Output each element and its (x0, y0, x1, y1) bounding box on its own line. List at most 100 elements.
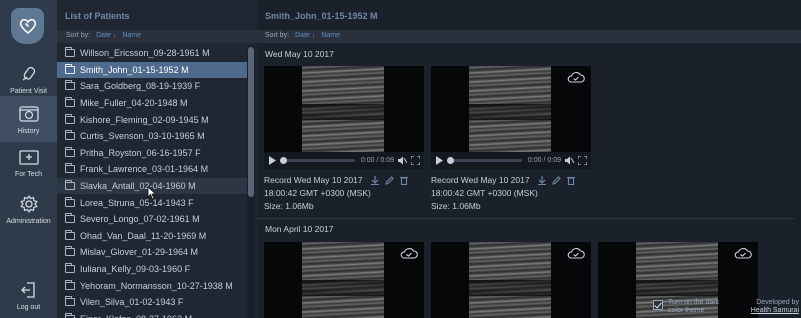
progress-handle[interactable] (280, 157, 287, 164)
patient-list-item[interactable]: Sara_Goldberg_08-19-1939 F (57, 78, 247, 95)
patient-list-item[interactable]: Mike_Fuller_04-20-1948 M (57, 95, 247, 112)
record-size: Size: 1.06Mb (264, 201, 314, 211)
folder-icon (65, 97, 75, 108)
patient-list-item[interactable]: Iuliana_Kelly_09-03-1960 F (57, 261, 247, 278)
history-icon (18, 105, 39, 122)
mute-icon[interactable] (398, 156, 407, 165)
patient-list-item[interactable]: Willson_Ericsson_09-28-1961 M (57, 45, 247, 62)
patient-list-item[interactable]: Vilen_Silva_01-02-1943 F (57, 294, 247, 311)
folder-icon (65, 246, 75, 257)
patient-name: Yehoram_Normansson_10-27-1938 M (80, 280, 233, 291)
patient-name: Lorea_Struna_05-14-1943 F (80, 197, 194, 208)
video-controls: 0:00 / 0:09 (431, 152, 591, 169)
patient-name: Pritha_Royston_06-16-1957 F (80, 147, 201, 158)
patient-name: Vilen_Silva_01-02-1943 F (80, 297, 184, 308)
sort-by-name[interactable]: Name (122, 32, 141, 43)
dark-theme-checkbox[interactable] (653, 300, 663, 310)
patient-list-panel: List of Patients Sort by: Date ↓ Name Wi… (57, 0, 257, 318)
nav-log-out[interactable]: Log out (0, 272, 57, 318)
record-size: Size: 1.06Mb (431, 201, 481, 211)
nav-administration[interactable]: Administration (0, 186, 57, 232)
patient-name: Slavka_Antall_02-04-1960 M (80, 181, 196, 192)
fullscreen-icon[interactable] (411, 156, 420, 165)
patient-name: Iuliana_Kelly_09-03-1960 F (80, 264, 191, 275)
video-progress-bar[interactable] (447, 157, 522, 164)
patient-list-item[interactable]: Pritha_Royston_06-16-1957 F (57, 145, 247, 162)
records-sort-bar: Sort by: Date ↓ Name (257, 30, 801, 43)
patient-list-item[interactable]: Kishore_Fleming_02-09-1945 M (57, 111, 247, 128)
scrollbar-thumb[interactable] (248, 47, 254, 197)
record-card[interactable] (264, 242, 424, 318)
folder-icon (65, 47, 75, 58)
sort-label: Sort by: (265, 32, 290, 39)
cloud-icon (567, 72, 585, 83)
patient-list-item[interactable]: Ohad_Van_Daal_11-20-1969 M (57, 228, 247, 245)
patient-list-title: List of Patients (65, 11, 130, 21)
developer-credit: Developed by Health Samurai (751, 299, 799, 315)
folder-icon (65, 63, 75, 74)
patient-name: Mislav_Glover_01-29-1964 M (80, 247, 199, 258)
video-thumbnail[interactable] (264, 66, 424, 152)
patient-name-title: Smith_John_01-15-1952 M (265, 11, 378, 21)
video-time: 0:00 / 0:09 (527, 157, 561, 164)
sort-by-name[interactable]: Name (321, 32, 340, 43)
folder-icon (65, 163, 75, 174)
folder-icon (65, 80, 75, 91)
patient-name: Smith_John_01-15-1952 M (80, 64, 189, 75)
video-thumbnail[interactable] (264, 242, 424, 318)
video-progress-bar[interactable] (280, 157, 355, 164)
developer-link[interactable]: Health Samurai (751, 307, 799, 314)
patient-name: Curtis_Svenson_03-10-1965 M (80, 131, 205, 142)
patient-name: Ohad_Van_Daal_11-20-1969 M (80, 230, 207, 241)
nav-for-tech[interactable]: For Tech (0, 140, 57, 186)
mute-icon[interactable] (565, 156, 574, 165)
delete-icon[interactable] (399, 176, 408, 185)
nav-label-patient-visit: Patient Visit (10, 87, 47, 95)
nav-history[interactable]: History (0, 96, 57, 142)
sort-by-date[interactable]: Date ↓ (96, 32, 116, 43)
nav-label-for-tech: For Tech (14, 170, 43, 178)
record-card[interactable]: 0:00 / 0:09 Record Wed May 10 2017 18:00… (264, 66, 424, 211)
patient-list-item[interactable]: Frank_Lawrence_03-01-1964 M (57, 161, 247, 178)
patient-list-item[interactable]: Severo_Longo_07-02-1961 M (57, 211, 247, 228)
patient-sort-bar: Sort by: Date ↓ Name (57, 30, 257, 43)
fullscreen-icon[interactable] (578, 156, 587, 165)
folder-icon (65, 130, 75, 141)
folder-icon (65, 146, 75, 157)
records-panel: Smith_John_01-15-1952 M Sort by: Date ↓ … (257, 0, 801, 318)
sort-by-date[interactable]: Date ↓ (295, 32, 315, 43)
date-group-header: Wed May 10 2017 (265, 49, 334, 59)
sort-label: Sort by: (66, 32, 91, 39)
logout-icon (20, 281, 35, 298)
video-time: 0:00 / 0:09 (360, 157, 394, 164)
heart-logo-icon[interactable] (11, 8, 44, 44)
dark-theme-toggle[interactable]: Turn on the dark color theme (653, 299, 728, 315)
record-actions (370, 175, 408, 185)
play-icon[interactable] (268, 156, 276, 165)
patient-list-item[interactable]: Smith_John_01-15-1952 M (57, 61, 247, 79)
patient-name: Kishore_Fleming_02-09-1945 M (80, 114, 209, 125)
folder-icon (65, 113, 75, 124)
edit-icon[interactable] (551, 175, 561, 185)
video-thumbnail[interactable] (431, 66, 591, 152)
record-card[interactable]: 0:00 / 0:09 Record Wed May 10 2017 18:00… (431, 66, 591, 211)
mouse-cursor-icon (147, 186, 157, 200)
play-icon[interactable] (435, 156, 443, 165)
patient-list-item[interactable]: Mislav_Glover_01-29-1964 M (57, 244, 247, 261)
video-thumbnail[interactable] (431, 242, 591, 318)
folder-icon (65, 213, 75, 224)
edit-icon[interactable] (384, 175, 394, 185)
record-card[interactable] (431, 242, 591, 318)
delete-icon[interactable] (566, 176, 575, 185)
record-timestamp: 18:00:42 GMT +0300 (MSK) (431, 188, 538, 198)
download-icon[interactable] (370, 175, 379, 185)
patient-list-item[interactable]: Einar_Klefas_08-27-1963 M (57, 311, 247, 318)
nav-label-log-out: Log out (16, 303, 41, 311)
record-timestamp: 18:00:42 GMT +0300 (MSK) (264, 188, 371, 198)
patient-list-item[interactable]: Curtis_Svenson_03-10-1965 M (57, 128, 247, 145)
patient-list-item[interactable]: Yehoram_Normansson_10-27-1938 M (57, 277, 247, 294)
patient-list-scrollbar[interactable] (247, 45, 255, 318)
progress-handle[interactable] (447, 157, 454, 164)
download-icon[interactable] (537, 175, 546, 185)
records-scrollbar[interactable] (795, 45, 801, 318)
